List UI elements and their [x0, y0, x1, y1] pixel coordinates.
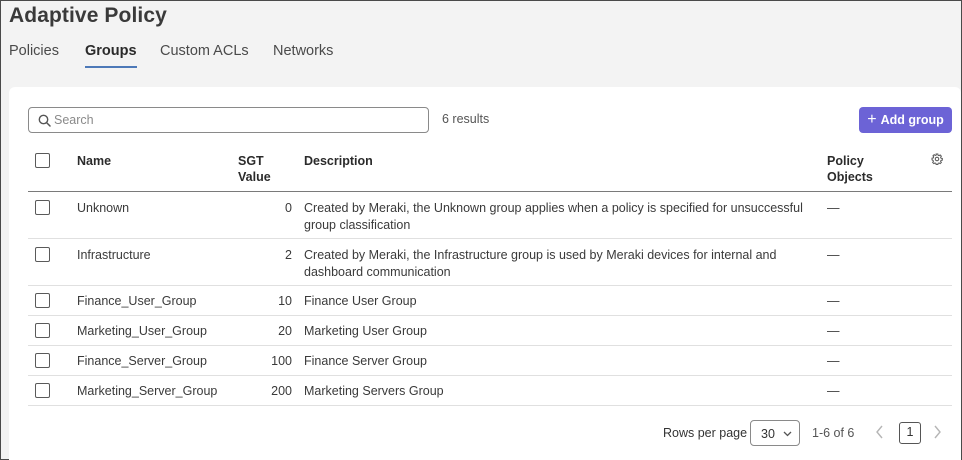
- row-policy-objects: —: [827, 384, 840, 398]
- page-title: Adaptive Policy: [9, 4, 167, 27]
- table-row[interactable]: Finance_Server_Group 100 Finance Server …: [28, 346, 952, 376]
- row-policy-objects: —: [827, 201, 840, 215]
- tab-policies[interactable]: Policies: [9, 43, 59, 67]
- row-policy-objects: —: [827, 354, 840, 368]
- row-sgt-value: 200: [271, 384, 292, 398]
- row-checkbox[interactable]: [35, 383, 50, 398]
- chevron-down-icon: [783, 431, 792, 437]
- row-name: Infrastructure: [77, 248, 151, 262]
- search-input[interactable]: [54, 111, 414, 129]
- row-name: Marketing_Server_Group: [77, 384, 218, 398]
- results-count: 6 results: [442, 112, 490, 126]
- row-description: Finance User Group: [304, 294, 417, 308]
- row-policy-objects: —: [827, 324, 840, 338]
- header-policy-line1: Policy: [827, 154, 864, 168]
- row-policy-objects: —: [827, 248, 840, 262]
- table-row[interactable]: Marketing_Server_Group 200 Marketing Ser…: [28, 376, 952, 406]
- page-number-button[interactable]: 1: [899, 422, 921, 444]
- row-description: Created by Meraki, the Infrastructure gr…: [304, 247, 804, 280]
- gear-icon[interactable]: [931, 153, 943, 165]
- table-row[interactable]: Infrastructure 2 Created by Meraki, the …: [28, 239, 952, 286]
- tab-custom-acls[interactable]: Custom ACLs: [160, 43, 249, 67]
- header-sgt-line2: Value: [238, 170, 271, 184]
- header-policy-line2: Objects: [827, 170, 873, 184]
- row-description: Marketing User Group: [304, 324, 427, 338]
- chevron-right-icon[interactable]: [933, 425, 942, 439]
- search-box[interactable]: [28, 107, 429, 133]
- row-checkbox[interactable]: [35, 323, 50, 338]
- plus-icon: +: [867, 110, 877, 128]
- row-sgt-value: 10: [278, 294, 292, 308]
- tab-groups[interactable]: Groups: [85, 43, 137, 68]
- pagination-range: 1-6 of 6: [812, 426, 855, 440]
- chevron-left-icon[interactable]: [875, 425, 884, 439]
- table-header: Name SGT Value Description Policy Object…: [28, 145, 952, 192]
- row-checkbox[interactable]: [35, 200, 50, 215]
- table-row[interactable]: Marketing_User_Group 20 Marketing User G…: [28, 316, 952, 346]
- row-checkbox[interactable]: [35, 247, 50, 262]
- row-policy-objects: —: [827, 294, 840, 308]
- row-description-line1: Created by Meraki, the Infrastructure gr…: [304, 248, 777, 262]
- row-checkbox[interactable]: [35, 353, 50, 368]
- table-row[interactable]: Unknown 0 Created by Meraki, the Unknown…: [28, 192, 952, 239]
- row-checkbox[interactable]: [35, 293, 50, 308]
- row-sgt-value: 0: [285, 201, 292, 215]
- groups-card: 6 results + Add group Name SGT Value Des…: [9, 87, 961, 460]
- row-name: Finance_Server_Group: [77, 354, 207, 368]
- row-description: Finance Server Group: [304, 354, 427, 368]
- rows-per-page-select[interactable]: 30: [750, 420, 800, 446]
- row-description-line1: Created by Meraki, the Unknown group app…: [304, 201, 803, 215]
- row-name: Marketing_User_Group: [77, 324, 207, 338]
- row-name: Finance_User_Group: [77, 294, 197, 308]
- row-sgt-value: 2: [285, 248, 292, 262]
- table-row[interactable]: Finance_User_Group 10 Finance User Group…: [28, 286, 952, 316]
- row-name: Unknown: [77, 201, 130, 215]
- row-description: Created by Meraki, the Unknown group app…: [304, 200, 804, 233]
- header-name[interactable]: Name: [77, 153, 111, 169]
- header-policy-objects[interactable]: Policy Objects: [827, 153, 873, 185]
- search-icon: [38, 114, 51, 127]
- row-sgt-value: 20: [278, 324, 292, 338]
- add-group-label: Add group: [880, 113, 944, 127]
- header-sgt-value[interactable]: SGT Value: [238, 153, 271, 185]
- header-description[interactable]: Description: [304, 153, 373, 169]
- rows-per-page-label: Rows per page: [663, 426, 748, 440]
- tab-networks[interactable]: Networks: [273, 43, 333, 67]
- row-description-line2: group classification: [304, 217, 411, 232]
- rows-per-page-value: 30: [761, 427, 775, 441]
- row-sgt-value: 100: [271, 354, 292, 368]
- row-description: Marketing Servers Group: [304, 384, 444, 398]
- header-sgt-line1: SGT: [238, 154, 264, 168]
- select-all-checkbox[interactable]: [35, 153, 50, 168]
- add-group-button[interactable]: + Add group: [859, 107, 952, 133]
- row-description-line2: dashboard communication: [304, 264, 451, 279]
